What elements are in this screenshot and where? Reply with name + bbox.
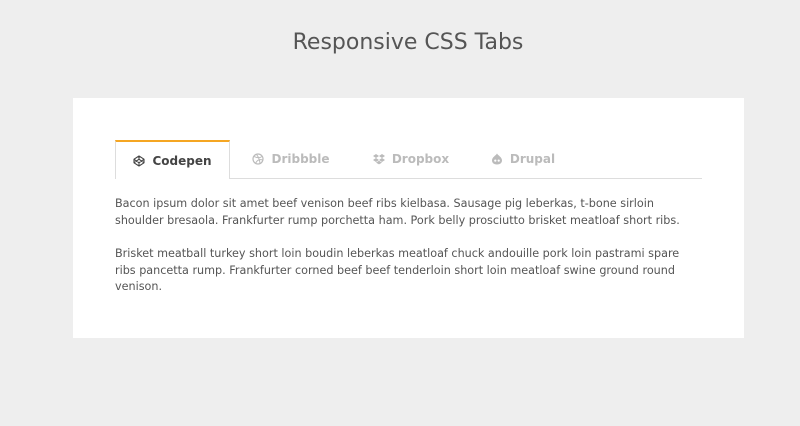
tab-codepen[interactable]: Codepen (115, 140, 230, 179)
dropbox-icon (372, 153, 385, 165)
page-title: Responsive CSS Tabs (292, 30, 524, 55)
tab-drupal[interactable]: Drupal (473, 140, 573, 178)
content-paragraph: Brisket meatball turkey short loin boudi… (115, 247, 680, 293)
drupal-icon (491, 153, 503, 165)
tabs-card: Codepen Dribbble Dropbox Drupal Bacon ip… (73, 98, 744, 338)
tab-dribbble-label: Dribbble (271, 152, 330, 166)
tab-panel-content: Bacon ipsum dolor sit amet beef venison … (115, 196, 702, 313)
tab-dropbox-label: Dropbox (391, 152, 450, 166)
tab-bar: Codepen Dribbble Dropbox Drupal (115, 140, 702, 179)
tab-dribbble[interactable]: Dribbble (241, 140, 341, 178)
tab-codepen-label: Codepen (152, 153, 212, 168)
content-paragraph: Bacon ipsum dolor sit amet beef venison … (115, 197, 680, 227)
tab-drupal-label: Drupal (509, 152, 556, 166)
dribbble-icon (252, 153, 265, 165)
codepen-icon (133, 154, 146, 167)
tab-dropbox[interactable]: Dropbox (356, 140, 466, 178)
